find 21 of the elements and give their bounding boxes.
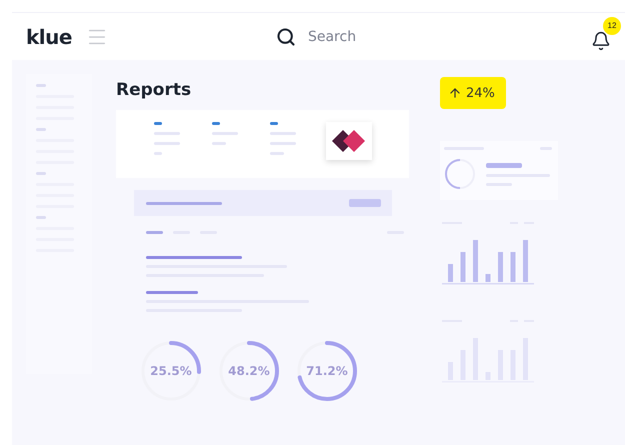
skeleton-line xyxy=(146,231,163,234)
notification-count: 12 xyxy=(603,16,621,34)
diamond-logo-icon xyxy=(332,130,366,152)
skeleton-line xyxy=(212,122,220,125)
search-field[interactable]: Search xyxy=(306,28,426,46)
skeleton-line xyxy=(270,122,278,125)
page-title: Reports xyxy=(116,80,192,100)
skeleton-line xyxy=(154,122,162,125)
bell-icon xyxy=(591,30,611,50)
filter-button[interactable] xyxy=(349,199,381,207)
donut-value: 71.2% xyxy=(306,364,348,378)
brand-logo[interactable]: klue xyxy=(26,24,72,48)
ring-drawing xyxy=(444,158,476,190)
notification-button[interactable]: 12 xyxy=(591,16,621,50)
trend-value: 24% xyxy=(466,86,495,100)
skeleton-line xyxy=(146,291,198,294)
donut-value: 48.2% xyxy=(228,364,270,378)
skeleton-line xyxy=(486,162,522,168)
arrow-up-icon xyxy=(448,86,462,100)
search-icon[interactable] xyxy=(276,26,296,46)
donut-value: 25.5% xyxy=(150,364,192,378)
